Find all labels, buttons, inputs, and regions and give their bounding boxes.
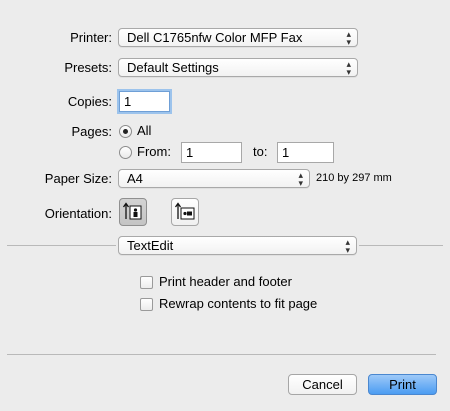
pages-all-label: All [137,123,152,138]
rewrap-checkbox[interactable] [140,298,153,311]
presets-popup[interactable]: Default Settings ▴ ▾ [118,58,358,77]
header-footer-label: Print header and footer [159,274,292,289]
pages-to-label: to: [253,144,268,159]
landscape-orientation-button[interactable] [171,198,199,226]
section-popup[interactable]: TextEdit ▴ ▾ [118,236,357,255]
rewrap-label: Rewrap contents to fit page [159,296,318,311]
landscape-icon [174,202,195,220]
portrait-orientation-button[interactable] [119,198,147,226]
copies-label: Copies: [67,94,112,109]
popup-arrows-icon: ▴ ▾ [298,170,303,188]
pages-to-field[interactable]: 1 [277,142,334,163]
printer-popup[interactable]: Dell C1765nfw Color MFP Fax ▴ ▾ [118,28,358,47]
section-value: TextEdit [127,238,174,253]
paper-size-value: A4 [127,171,143,186]
paper-size-popup[interactable]: A4 ▴ ▾ [118,169,310,188]
paper-dimensions: 210 by 297 mm [316,172,392,184]
print-dialog: Printer: Dell C1765nfw Color MFP Fax ▴ ▾ … [0,0,450,411]
presets-value: Default Settings [127,60,219,75]
separator-right [359,245,443,246]
presets-label: Presets: [64,60,112,75]
print-button[interactable]: Print [368,374,437,395]
pages-label: Pages: [71,124,112,139]
orientation-label: Orientation: [44,206,112,221]
popup-arrows-icon: ▴ ▾ [346,29,351,47]
portrait-icon [122,202,142,220]
popup-arrows-icon: ▴ ▾ [345,237,350,255]
printer-label: Printer: [70,30,112,45]
cancel-button[interactable]: Cancel [288,374,357,395]
separator-left [7,245,116,246]
pages-from-field[interactable]: 1 [181,142,242,163]
bottom-separator [7,354,436,355]
header-footer-checkbox[interactable] [140,276,153,289]
pages-all-radio[interactable] [119,125,132,138]
pages-from-radio[interactable] [119,146,132,159]
copies-field[interactable]: 1 [119,91,170,112]
popup-arrows-icon: ▴ ▾ [346,59,351,77]
paper-size-label: Paper Size: [44,171,112,186]
printer-value: Dell C1765nfw Color MFP Fax [127,30,303,45]
pages-from-label: From: [137,144,171,159]
